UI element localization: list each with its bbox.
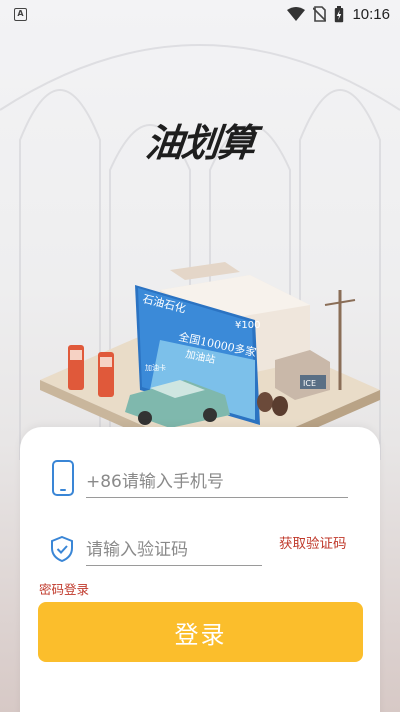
- battery-charging-icon: [335, 5, 344, 22]
- login-button[interactable]: 登录: [38, 602, 363, 662]
- status-time: 10:16: [352, 5, 390, 23]
- gas-station-illustration: 石油石化 ¥100 全国10000多家 加油站 加油卡 ICE: [40, 262, 380, 450]
- status-right: 10:16: [287, 5, 390, 23]
- app-logo: 油划算: [143, 121, 256, 165]
- get-code-button[interactable]: 获取验证码: [279, 532, 347, 552]
- status-left: A: [14, 7, 27, 21]
- verification-code-input[interactable]: [86, 534, 262, 566]
- card-label-text: 加油卡: [145, 363, 166, 372]
- code-row: 获取验证码: [50, 530, 370, 570]
- a-app-icon: A: [14, 7, 27, 21]
- status-bar: A 10:16: [0, 0, 400, 28]
- wifi-icon: [287, 7, 306, 21]
- password-login-link[interactable]: 密码登录: [39, 579, 89, 598]
- banner-price-text: ¥100: [235, 320, 260, 331]
- phone-input[interactable]: [86, 466, 348, 498]
- phone-icon: [52, 460, 74, 496]
- no-sim-icon: [313, 6, 327, 22]
- shield-check-icon: [51, 536, 73, 562]
- ice-label-text: ICE: [303, 379, 316, 388]
- phone-row: [52, 458, 352, 500]
